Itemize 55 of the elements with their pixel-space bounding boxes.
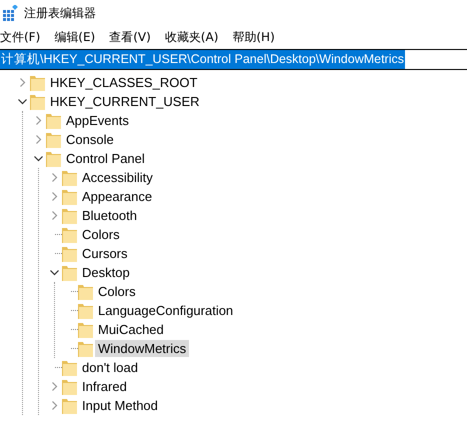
tree-item[interactable]: Accessibility [79, 169, 156, 186]
tree-item[interactable]: Bluetooth [79, 207, 140, 224]
tree-item[interactable]: Desktop [79, 264, 133, 281]
window-title: 注册表编辑器 [24, 4, 96, 22]
folder-icon [78, 302, 93, 318]
tree-item[interactable]: LanguageConfiguration [95, 302, 236, 319]
chevron-right-icon[interactable] [50, 211, 58, 220]
chevron-down-icon[interactable] [18, 97, 26, 106]
chevron-right-icon[interactable] [34, 135, 42, 144]
folder-icon [30, 74, 45, 90]
chevron-down-icon[interactable] [50, 268, 58, 277]
folder-icon [30, 94, 45, 110]
folder-icon [62, 360, 77, 376]
folder-icon [78, 340, 93, 356]
folder-icon [78, 284, 93, 300]
folder-icon [62, 246, 77, 262]
tree-item[interactable]: Appearance [79, 188, 156, 205]
tree-item[interactable]: don't load [79, 359, 141, 376]
menu-item[interactable]: 收藏夹(A) [164, 28, 218, 46]
folder-icon [62, 398, 77, 414]
tree-item[interactable]: Console [63, 131, 117, 148]
chevron-right-icon[interactable] [50, 401, 58, 410]
folder-icon [62, 170, 77, 186]
tree-item[interactable]: Infrared [79, 378, 130, 395]
menu-item[interactable]: 文件(F) [0, 28, 40, 46]
folder-icon [62, 188, 77, 204]
tree-item[interactable]: Colors [95, 283, 139, 300]
folder-icon [62, 208, 77, 224]
chevron-right-icon[interactable] [50, 173, 58, 182]
folder-icon [46, 112, 61, 128]
tree-item[interactable]: HKEY_CURRENT_USER [47, 93, 203, 110]
address-field[interactable]: 计算机\HKEY_CURRENT_USER\Control Panel\Desktop\WindowMetrics [0, 50, 406, 69]
chevron-right-icon[interactable] [34, 116, 42, 125]
tree-item[interactable]: Input Method [79, 397, 161, 414]
registry-icon [2, 5, 18, 21]
chevron-right-icon[interactable] [50, 192, 58, 201]
tree-item[interactable]: Colors [79, 226, 123, 243]
chevron-right-icon[interactable] [50, 382, 58, 391]
tree-item[interactable]: Control Panel [63, 150, 148, 167]
folder-icon [62, 264, 77, 280]
folder-icon [62, 226, 77, 242]
tree-item[interactable]: HKEY_CLASSES_ROOT [47, 74, 200, 91]
tree-item[interactable]: MuiCached [95, 321, 167, 338]
menu-item[interactable]: 查看(V) [109, 28, 151, 46]
chevron-down-icon[interactable] [34, 154, 42, 163]
folder-icon [78, 322, 93, 338]
folder-icon [62, 378, 77, 394]
tree-item[interactable]: Cursors [79, 245, 131, 262]
tree-item[interactable]: AppEvents [63, 112, 132, 129]
folder-icon [46, 150, 61, 166]
menu-item[interactable]: 编辑(E) [54, 28, 96, 46]
tree-item[interactable]: WindowMetrics [95, 340, 190, 357]
folder-icon [46, 132, 61, 148]
menu-item[interactable]: 帮助(H) [232, 28, 275, 46]
chevron-right-icon[interactable] [18, 78, 26, 87]
